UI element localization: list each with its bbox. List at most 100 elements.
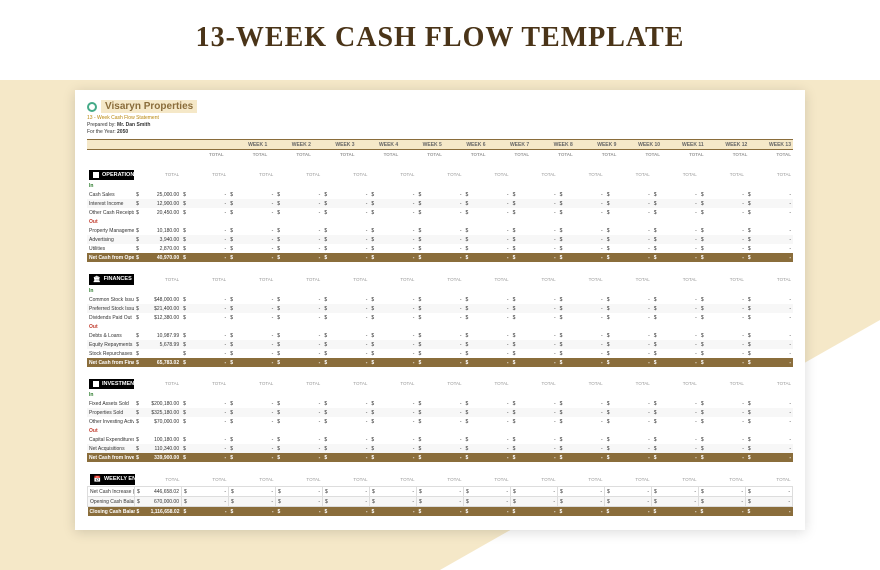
cell: $- [605,331,652,340]
row-value: $ 10,987.99 [134,331,181,340]
cell: $- [464,349,511,358]
cell: $- [275,331,322,340]
cell: $- [417,487,464,497]
cell: $- [416,190,463,199]
cell: $- [228,253,275,262]
week-header: WEEK 11 [662,140,706,150]
cell: $- [605,304,652,313]
cell: $- [558,235,605,244]
cell: $- [275,199,322,208]
cell: $- [416,340,463,349]
cell: $- [558,304,605,313]
cell: $- [699,340,746,349]
cell: $- [275,408,322,417]
cell: $- [558,349,605,358]
cell: $- [699,349,746,358]
cell: $- [322,349,369,358]
cell: $- [558,507,605,517]
cell: $- [370,487,417,497]
week-header: WEEK 4 [357,140,401,150]
cell: $- [558,444,605,453]
cell: $- [558,199,605,208]
total-sub: TOTAL [444,150,488,159]
row-label: Opening Cash Balance [88,497,135,507]
total-sub: TOTAL [575,150,619,159]
cell: $- [322,399,369,408]
row-label: Net Cash Increase (Decrease) [88,487,135,497]
row-value: $ $325,180.00 [134,408,181,417]
week-header: WEEK 5 [400,140,444,150]
row-label: Common Stock Issuance [87,295,134,304]
cell: $- [511,497,558,507]
cell: $- [511,331,558,340]
cell: $- [369,444,416,453]
row-value: $ $48,000.00 [134,295,181,304]
total-sub: TOTAL [706,150,750,159]
cell: $- [464,340,511,349]
cell: $- [511,253,558,262]
cell: $- [276,507,323,517]
brand-name: Visaryn Properties [105,101,193,112]
cell: $- [652,235,699,244]
net-value: $ 1,116,658.02 [135,507,182,517]
week-header: WEEK 1 [226,140,270,150]
cell: $- [652,435,699,444]
cell: $- [275,304,322,313]
week-header: WEEK 6 [444,140,488,150]
cell: $- [746,487,793,497]
row-label: Capital Expenditures [87,435,134,444]
cell: $- [181,435,228,444]
cell: $- [605,226,652,235]
cell: $- [699,199,746,208]
row-label: Preferred Stock Issuance [87,304,134,313]
in-label: In [87,181,134,190]
cell: $- [652,358,699,367]
row-label: Net Acquisitions [87,444,134,453]
in-label: In [87,286,134,295]
cell: $- [511,408,558,417]
cell: $- [652,226,699,235]
cell: $- [746,444,793,453]
net-label: Closing Cash Balance [88,507,135,517]
cell: $- [746,399,793,408]
cell: $- [558,340,605,349]
cell: $- [228,226,275,235]
cell: $- [464,453,511,462]
logo-icon [87,102,97,112]
week-header: WEEK 12 [706,140,750,150]
cell: $- [416,313,463,322]
cell: $- [464,507,511,517]
row-label: Dividends Paid Out [87,313,134,322]
cell: $- [228,190,275,199]
cell: $- [228,208,275,217]
cell: $- [275,444,322,453]
cell: $- [228,417,275,426]
cell: $- [699,399,746,408]
cell: $- [699,244,746,253]
cell: $- [605,358,652,367]
cell: $- [416,408,463,417]
cell: $- [652,444,699,453]
net-value: $ 339,900.00 [134,453,181,462]
row-value: $ 110,340.00 [134,444,181,453]
net-label: Net Cash from Investments [87,453,134,462]
cell: $- [416,349,463,358]
cell: $- [558,358,605,367]
row-label: Stock Repurchases [87,349,134,358]
cell: $- [416,417,463,426]
cell: $- [746,453,793,462]
cell: $- [181,199,228,208]
cell: $- [558,399,605,408]
cell: $- [605,235,652,244]
cell: $- [558,487,605,497]
cell: $- [464,313,511,322]
cell: $- [605,349,652,358]
cell: $- [323,497,370,507]
cell: $- [275,399,322,408]
cell: $- [181,313,228,322]
cell: $- [416,399,463,408]
cell: $- [558,226,605,235]
row-label: Equity Repayments [87,340,134,349]
cell: $- [416,435,463,444]
row-value: $ 10,180.00 [134,226,181,235]
